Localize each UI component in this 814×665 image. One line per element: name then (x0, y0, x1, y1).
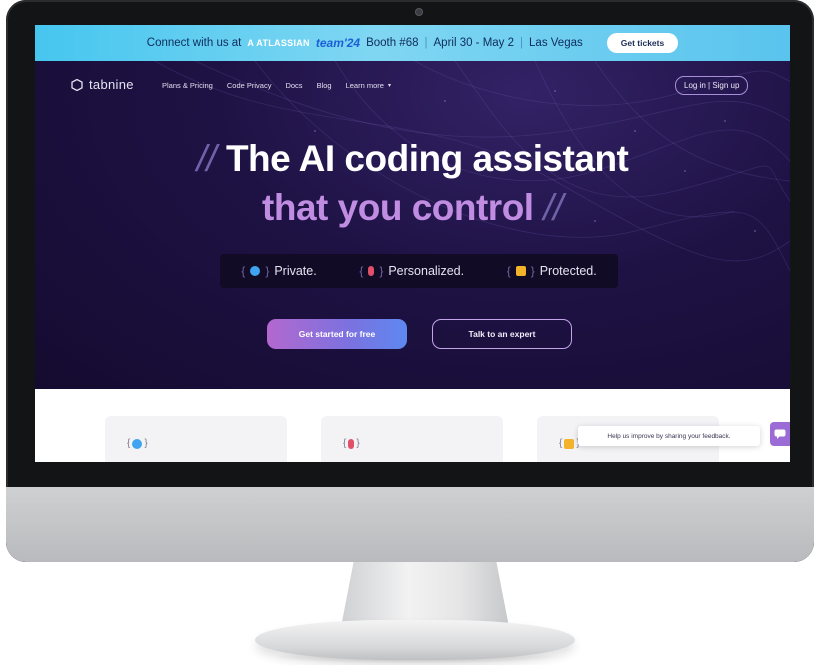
feature-cards-section: { } { } { } Help us improve by sharing y… (35, 389, 790, 462)
brace-decoration: { (559, 438, 563, 449)
banner-booth: Booth #68 (366, 37, 419, 49)
value-private: { } Private. (241, 264, 316, 278)
feedback-prompt[interactable]: Help us improve by sharing your feedback… (578, 426, 760, 446)
brace-decoration: } (530, 264, 535, 278)
hero-section: tabnine Plans & Pricing Code Privacy Doc… (35, 61, 790, 389)
tabnine-hexagon-icon (71, 78, 83, 91)
brand-logo[interactable]: tabnine (71, 77, 134, 92)
nav-link-code-privacy[interactable]: Code Privacy (227, 81, 272, 90)
monitor-chin (6, 487, 814, 562)
monitor-stand-base (255, 620, 575, 660)
brace-decoration: { (359, 264, 364, 278)
brace-decoration: { (343, 438, 347, 449)
get-tickets-button[interactable]: Get tickets (606, 33, 679, 53)
nav-link-learn-more[interactable]: Learn more ▾ (346, 81, 391, 90)
nav-link-blog[interactable]: Blog (317, 81, 332, 90)
value-protected-label: Protected. (539, 264, 597, 278)
feedback-tab[interactable] (770, 422, 790, 446)
top-navigation: tabnine Plans & Pricing Code Privacy Doc… (35, 73, 790, 97)
value-props-bar: { } Private. { } Personalized. { } Prote… (220, 254, 618, 288)
team-logo: team'24 (315, 36, 361, 50)
card-icon-group: { } (127, 438, 148, 449)
banner-location: Las Vegas (529, 37, 583, 49)
brace-decoration: { (506, 264, 511, 278)
nav-link-learn-more-label: Learn more (345, 81, 384, 90)
lock-icon (515, 266, 526, 276)
shield-check-icon (132, 438, 143, 449)
brand-name: tabnine (89, 77, 134, 92)
value-protected: { } Protected. (507, 264, 597, 278)
card-icon-group: { } (343, 438, 360, 449)
person-icon (348, 438, 355, 449)
nav-links: Plans & Pricing Code Privacy Docs Blog L… (162, 81, 391, 90)
slash-decoration: // (196, 138, 217, 179)
brace-decoration: } (379, 264, 384, 278)
banner-dates: April 30 - May 2 (433, 37, 515, 49)
nav-link-plans-pricing[interactable]: Plans & Pricing (162, 81, 213, 90)
talk-to-expert-button[interactable]: Talk to an expert (432, 319, 572, 349)
person-icon (368, 266, 375, 276)
value-personalized-label: Personalized. (388, 264, 465, 278)
atlassian-logo: A ATLASSIAN (247, 38, 310, 48)
value-personalized: { } Personalized. (359, 264, 464, 278)
card-icon-group: { } (559, 438, 580, 449)
brace-decoration: { (127, 438, 131, 449)
screen: Connect with us at A ATLASSIAN team'24 B… (35, 25, 790, 462)
nav-link-docs[interactable]: Docs (285, 81, 302, 90)
chat-icon (774, 429, 786, 439)
lock-icon (564, 438, 575, 449)
brace-decoration: } (144, 438, 148, 449)
headline-text-1: The AI coding assistant (225, 138, 629, 179)
hero-headline-line2: that you control // (35, 187, 790, 229)
get-started-button[interactable]: Get started for free (267, 319, 407, 349)
login-signup-button[interactable]: Log in | Sign up (675, 76, 749, 95)
brace-decoration: } (265, 264, 270, 278)
feature-card-private: { } (105, 416, 287, 462)
separator: | (520, 37, 524, 49)
headline-text-2: that you control (262, 187, 534, 228)
feature-card-personalized: { } (321, 416, 503, 462)
shield-check-icon (250, 266, 261, 276)
camera-icon (415, 8, 423, 16)
announcement-banner: Connect with us at A ATLASSIAN team'24 B… (35, 25, 790, 61)
banner-lead: Connect with us at (146, 37, 242, 49)
chevron-down-icon: ▾ (387, 83, 391, 89)
value-private-label: Private. (274, 264, 317, 278)
brace-decoration: } (356, 438, 360, 449)
hero-headline-line1: // The AI coding assistant (35, 138, 790, 180)
brace-decoration: { (241, 264, 246, 278)
separator: | (424, 37, 428, 49)
slash-decoration: // (543, 187, 563, 228)
